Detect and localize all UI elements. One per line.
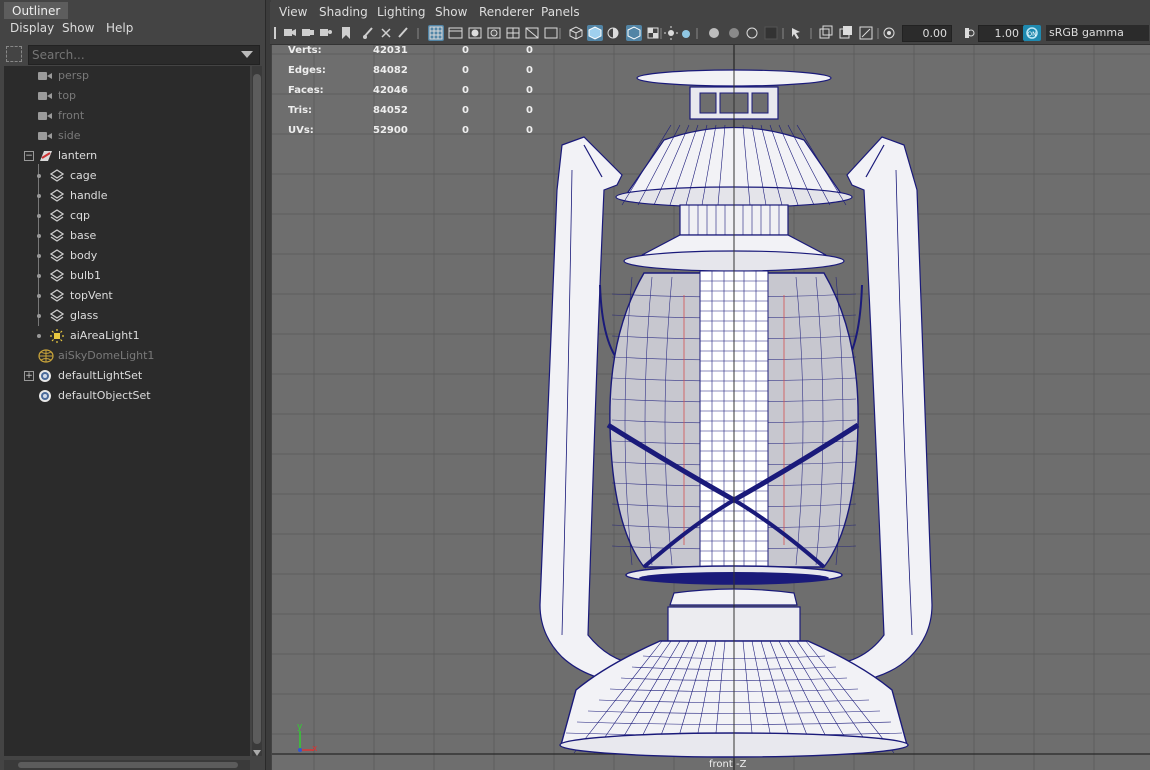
scroll-down-icon[interactable]: [253, 750, 261, 756]
tree-item-defaultlightset[interactable]: + defaultLightSet: [4, 366, 250, 386]
tree-item-bulb1[interactable]: bulb1: [4, 266, 250, 286]
tree-item-label: handle: [70, 189, 108, 202]
outliner-hscrollbar[interactable]: [4, 760, 250, 770]
collapse-icon[interactable]: −: [24, 151, 34, 161]
hud-row-tris: Tris: 84052 0 0: [288, 105, 533, 116]
tree-item-body[interactable]: body: [4, 246, 250, 266]
tree-item-label: aiSkyDomeLight1: [58, 349, 155, 362]
menu-panels[interactable]: Panels: [541, 5, 580, 19]
tree-item-front[interactable]: front: [4, 106, 250, 126]
search-box[interactable]: [28, 45, 260, 65]
menu-display[interactable]: Display: [10, 21, 54, 35]
mesh-icon: [49, 169, 65, 183]
skydome-icon: [38, 349, 54, 363]
hud-row-uvs: UVs: 52900 0 0: [288, 125, 533, 136]
mesh-icon: [49, 289, 65, 303]
mesh-icon: [49, 269, 65, 283]
hscrollbar-thumb[interactable]: [18, 762, 238, 768]
tree-item-label: defaultLightSet: [58, 369, 143, 382]
expand-icon[interactable]: +: [24, 371, 34, 381]
tree-item-cage[interactable]: cage: [4, 166, 250, 186]
tree-item-label: base: [70, 229, 97, 242]
mesh-icon: [49, 249, 65, 263]
tree-item-label: lantern: [58, 149, 98, 162]
filter-icon[interactable]: [6, 46, 22, 62]
tree-item-topvent[interactable]: topVent: [4, 286, 250, 306]
tree-item-defaultobjectset[interactable]: defaultObjectSet: [4, 386, 250, 406]
tree-item-label: bulb1: [70, 269, 101, 282]
svg-text:x: x: [312, 744, 318, 754]
lantern-wireframe: y x: [272, 45, 1150, 770]
set-icon: [38, 389, 52, 403]
tree-item-label: side: [58, 129, 81, 142]
tree-item-persp[interactable]: persp: [4, 66, 250, 86]
mesh-icon: [49, 229, 65, 243]
group-icon: [38, 149, 52, 163]
hud-row-verts: Verts: 42031 0 0: [288, 45, 533, 56]
tree-item-aiarealight1[interactable]: aiAreaLight1: [4, 326, 250, 346]
exposure-field[interactable]: 0.00: [902, 25, 952, 42]
outliner-toolbar: [0, 42, 265, 66]
tree-item-top[interactable]: top: [4, 86, 250, 106]
camera-icon: [38, 129, 52, 143]
hud-row-edges: Edges: 84082 0 0: [288, 65, 533, 76]
viewport-canvas[interactable]: y x Verts: 42031 0 0 Edges: 84082 0 0 Faces: 42…: [272, 45, 1150, 770]
mesh-icon: [49, 209, 65, 223]
axis-gizmo: y x: [297, 722, 318, 754]
mesh-icon: [49, 189, 65, 203]
tree-item-cqp[interactable]: cqp: [4, 206, 250, 226]
viewport-toolbar: 0.00 1.00 ON sRGB gamma: [270, 22, 1150, 45]
menu-show[interactable]: Show: [435, 5, 467, 19]
outliner-tree: persp top front side − lantern cage hand…: [4, 66, 250, 756]
outliner-panel: Outliner Display Show Help persp top fro…: [0, 0, 265, 770]
outliner-menubar: Display Show Help: [0, 20, 265, 38]
search-input[interactable]: [32, 46, 232, 64]
color-management-icon[interactable]: ON: [1023, 25, 1041, 41]
panel-divider[interactable]: [265, 0, 271, 770]
mesh-icon: [49, 309, 65, 323]
tree-item-label: top: [58, 89, 77, 102]
tree-item-side[interactable]: side: [4, 126, 250, 146]
area-light-icon: [50, 329, 64, 343]
camera-icon: [38, 89, 52, 103]
tree-item-glass[interactable]: glass: [4, 306, 250, 326]
svg-text:y: y: [297, 722, 303, 732]
menu-show[interactable]: Show: [62, 21, 94, 35]
camera-name-label: front -Z: [709, 759, 747, 770]
tree-item-label: defaultObjectSet: [58, 389, 151, 402]
chevron-down-icon[interactable]: [241, 51, 253, 58]
menu-help[interactable]: Help: [106, 21, 133, 35]
camera-icon: [38, 69, 52, 83]
tree-item-label: front: [58, 109, 85, 122]
set-icon: [38, 369, 52, 383]
svg-text:ON: ON: [1027, 31, 1036, 38]
gamma-field[interactable]: 1.00: [978, 25, 1024, 42]
color-space-selector[interactable]: sRGB gamma: [1046, 25, 1149, 41]
tree-item-label: glass: [70, 309, 99, 322]
scrollbar-thumb[interactable]: [253, 74, 261, 744]
tree-item-label: cqp: [70, 209, 91, 222]
menu-renderer[interactable]: Renderer: [479, 5, 534, 19]
tree-item-label: aiAreaLight1: [70, 329, 140, 342]
tree-item-lantern[interactable]: − lantern: [4, 146, 250, 166]
menu-lighting[interactable]: Lighting: [377, 5, 426, 19]
tree-item-handle[interactable]: handle: [4, 186, 250, 206]
menu-view[interactable]: View: [279, 5, 307, 19]
camera-icon: [38, 109, 52, 123]
tree-item-label: topVent: [70, 289, 113, 302]
tree-item-label: persp: [58, 69, 89, 82]
tree-item-base[interactable]: base: [4, 226, 250, 246]
outliner-scrollbar[interactable]: [252, 66, 262, 756]
menu-shading[interactable]: Shading: [319, 5, 368, 19]
outliner-title[interactable]: Outliner: [4, 2, 69, 19]
hud-row-faces: Faces: 42046 0 0: [288, 85, 533, 96]
viewport-menubar: View Shading Lighting Show Renderer Pane…: [270, 2, 1150, 22]
tree-item-label: body: [70, 249, 98, 262]
tree-item-label: cage: [70, 169, 97, 182]
tree-item-aiskydomelight1[interactable]: aiSkyDomeLight1: [4, 346, 250, 366]
